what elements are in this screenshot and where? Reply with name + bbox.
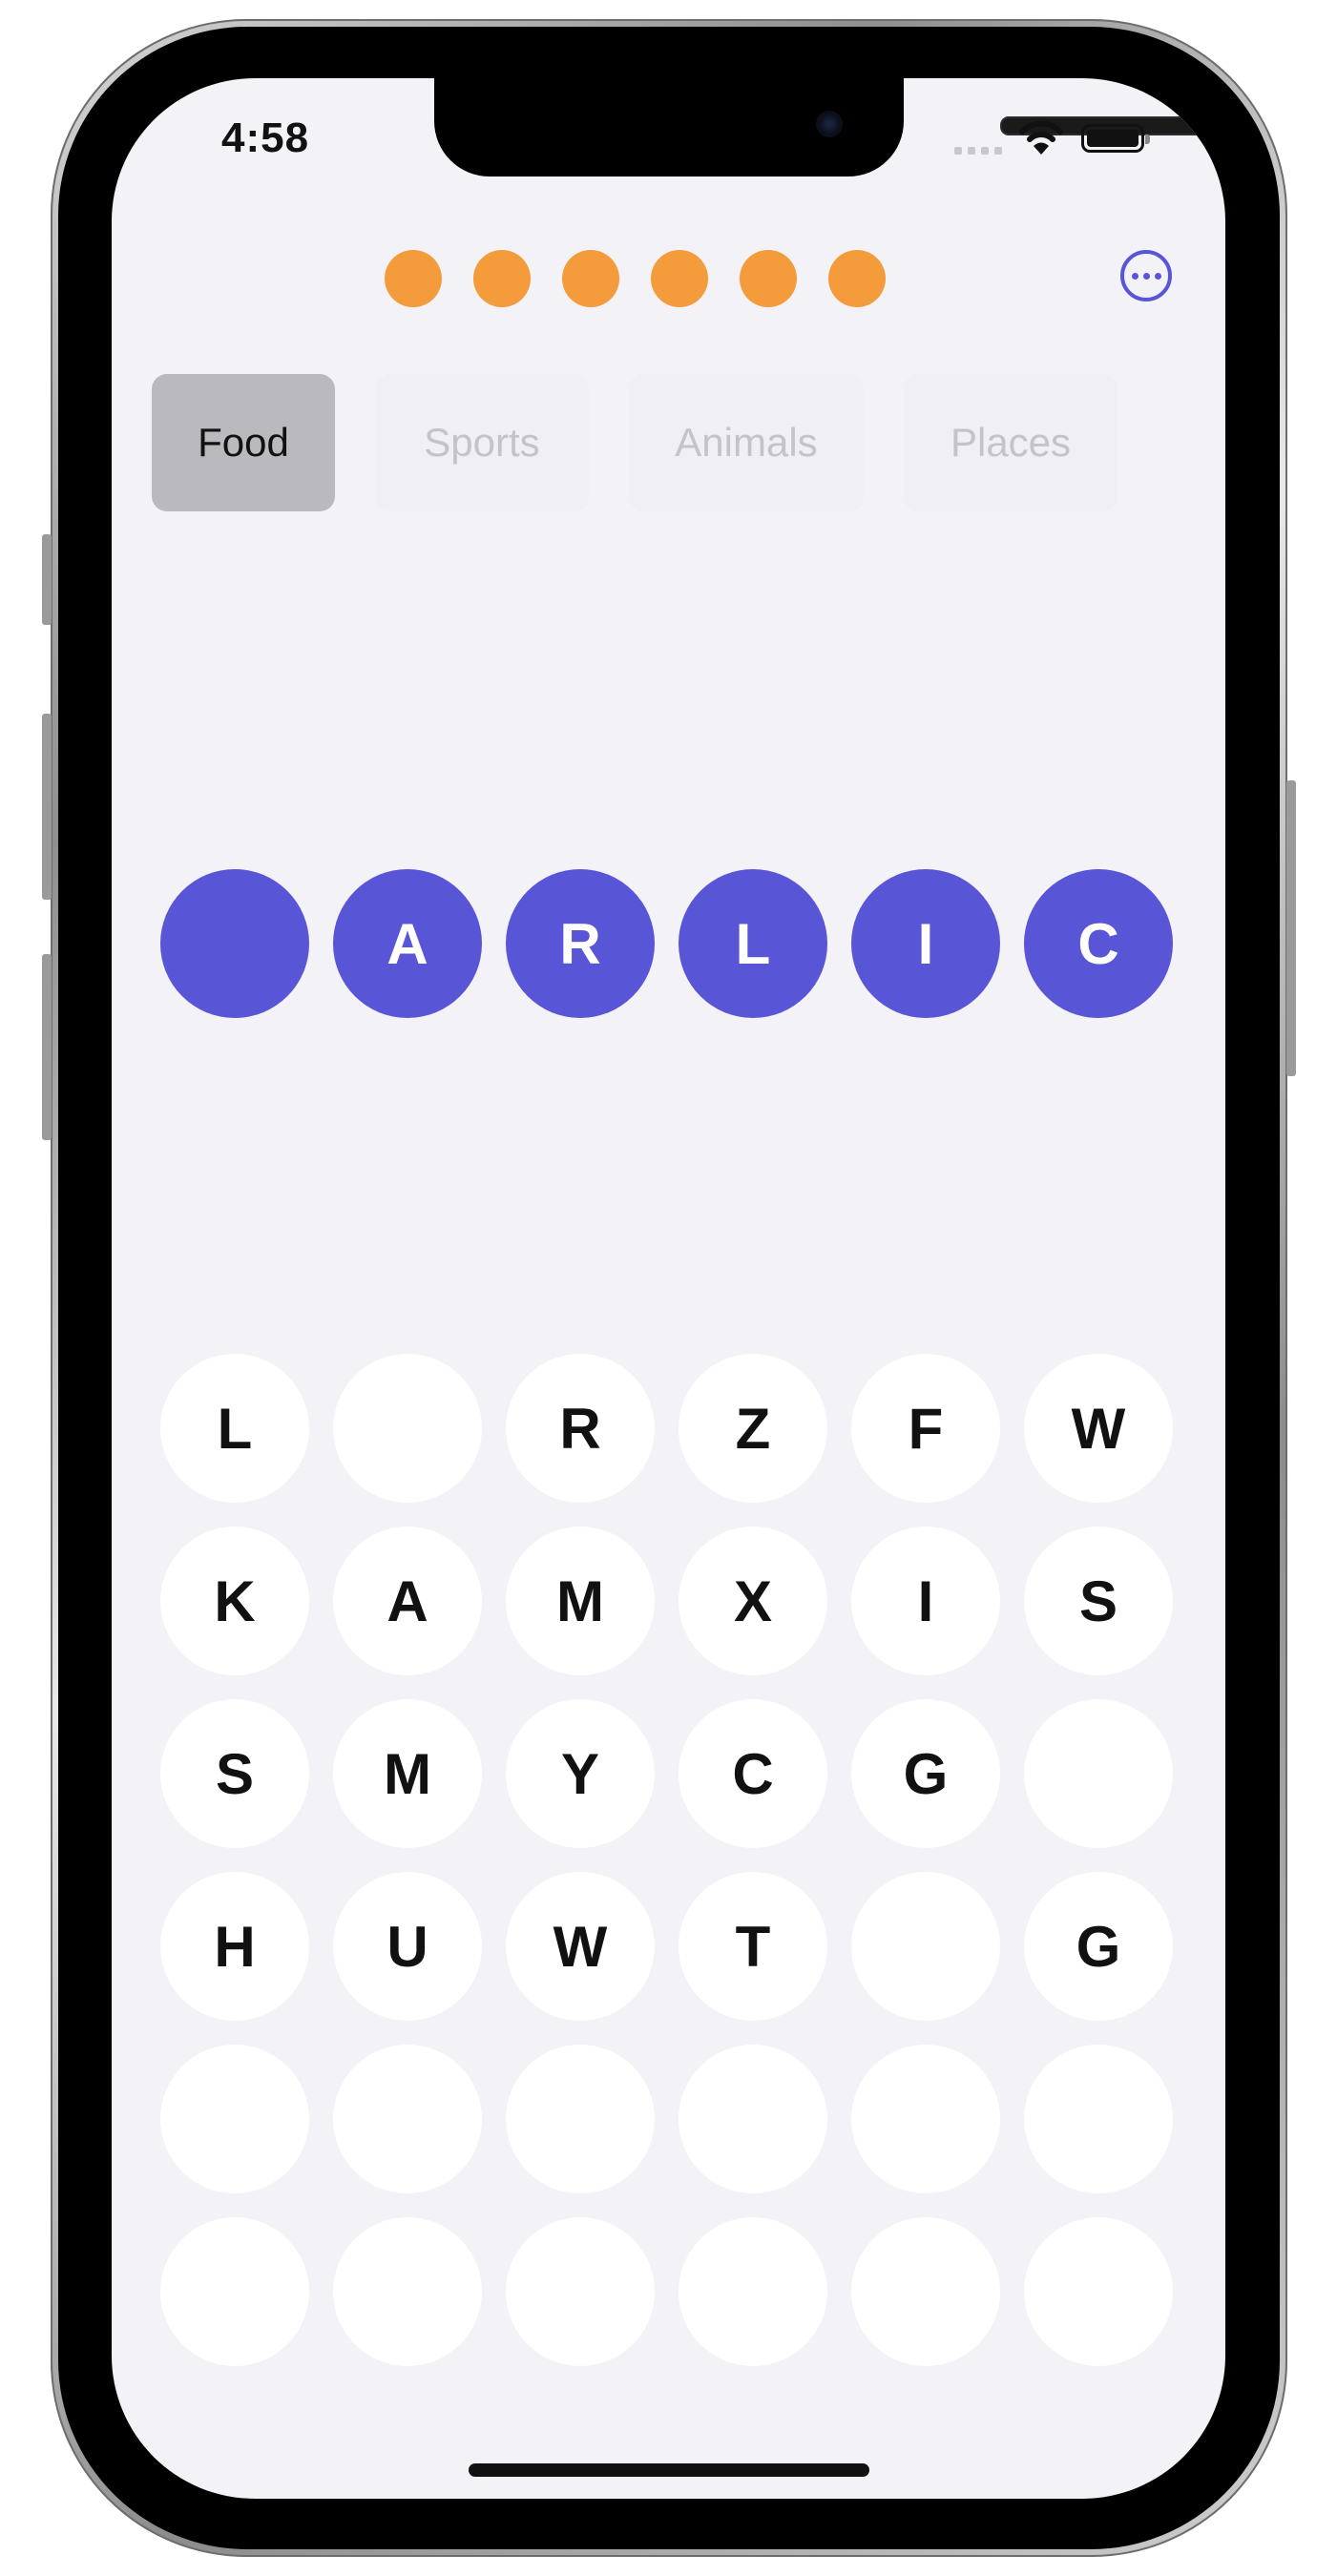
tab-places[interactable]: Places [904,374,1118,511]
letter-key[interactable]: A [333,1527,482,1675]
letter-key[interactable]: C [679,1699,827,1848]
power-button [1286,780,1296,1076]
volume-down-button [42,954,52,1140]
tab-sports[interactable]: Sports [375,374,589,511]
letter-key[interactable]: W [506,1872,655,2021]
life-dot [385,250,442,307]
letter-key[interactable]: X [679,1527,827,1675]
battery-icon [1081,124,1150,153]
letter-key[interactable]: R [506,1354,655,1503]
letter-key[interactable] [506,2045,655,2193]
life-dot [740,250,797,307]
letter-key[interactable]: H [160,1872,309,2021]
answer-slot[interactable]: A [333,869,482,1018]
letter-key[interactable]: M [506,1527,655,1675]
life-dot [828,250,886,307]
answer-slot[interactable]: L [679,869,827,1018]
ellipsis-dot [1131,272,1139,280]
letter-key[interactable]: S [1024,1527,1173,1675]
letter-key[interactable]: Z [679,1354,827,1503]
tab-food[interactable]: Food [152,374,335,511]
letter-key[interactable] [851,2045,1000,2193]
letter-key[interactable]: L [160,1354,309,1503]
answer-slot[interactable]: R [506,869,655,1018]
letter-key[interactable] [160,2045,309,2193]
letter-key[interactable] [679,2217,827,2366]
letter-key[interactable] [1024,1699,1173,1848]
answer-word: ARLIC [112,869,1225,1018]
letter-key[interactable]: G [1024,1872,1173,2021]
letter-key[interactable]: U [333,1872,482,2021]
life-dot [651,250,708,307]
letter-key[interactable]: S [160,1699,309,1848]
lives-indicator [385,250,886,307]
answer-slot[interactable] [160,869,309,1018]
front-camera [816,111,843,137]
letter-key[interactable]: W [1024,1354,1173,1503]
tab-animals[interactable]: Animals [629,374,864,511]
letter-key[interactable]: T [679,1872,827,2021]
status-time: 4:58 [221,114,310,161]
notch [434,78,1204,177]
volume-up-button [42,714,52,900]
home-indicator [469,2463,869,2477]
answer-slot[interactable]: C [1024,869,1173,1018]
letter-key[interactable] [160,2217,309,2366]
letter-key[interactable]: M [333,1699,482,1848]
letter-key[interactable] [679,2045,827,2193]
letter-key[interactable]: I [851,1527,1000,1675]
letter-key[interactable] [506,2217,655,2366]
life-dot [562,250,619,307]
letter-key[interactable] [1024,2217,1173,2366]
life-dot [473,250,531,307]
cellular-signal-icon [954,147,1002,155]
letter-key[interactable]: F [851,1354,1000,1503]
letter-key[interactable] [333,2217,482,2366]
ellipsis-dot [1142,272,1150,280]
letter-key[interactable] [851,1872,1000,2021]
letter-key[interactable]: Y [506,1699,655,1848]
answer-slot[interactable]: I [851,869,1000,1018]
letter-key[interactable] [333,2045,482,2193]
mute-switch [42,534,52,625]
letter-key[interactable] [1024,2045,1173,2193]
letter-key[interactable] [333,1354,482,1503]
letter-key[interactable]: K [160,1527,309,1675]
more-options-button[interactable] [1120,250,1172,301]
letter-key[interactable] [851,2217,1000,2366]
ellipsis-dot [1154,272,1161,280]
app-screen: 4:58 Food Sports Animals Places ARLIC LR… [112,78,1225,2499]
letter-key[interactable]: G [851,1699,1000,1848]
wifi-icon [1019,120,1063,155]
